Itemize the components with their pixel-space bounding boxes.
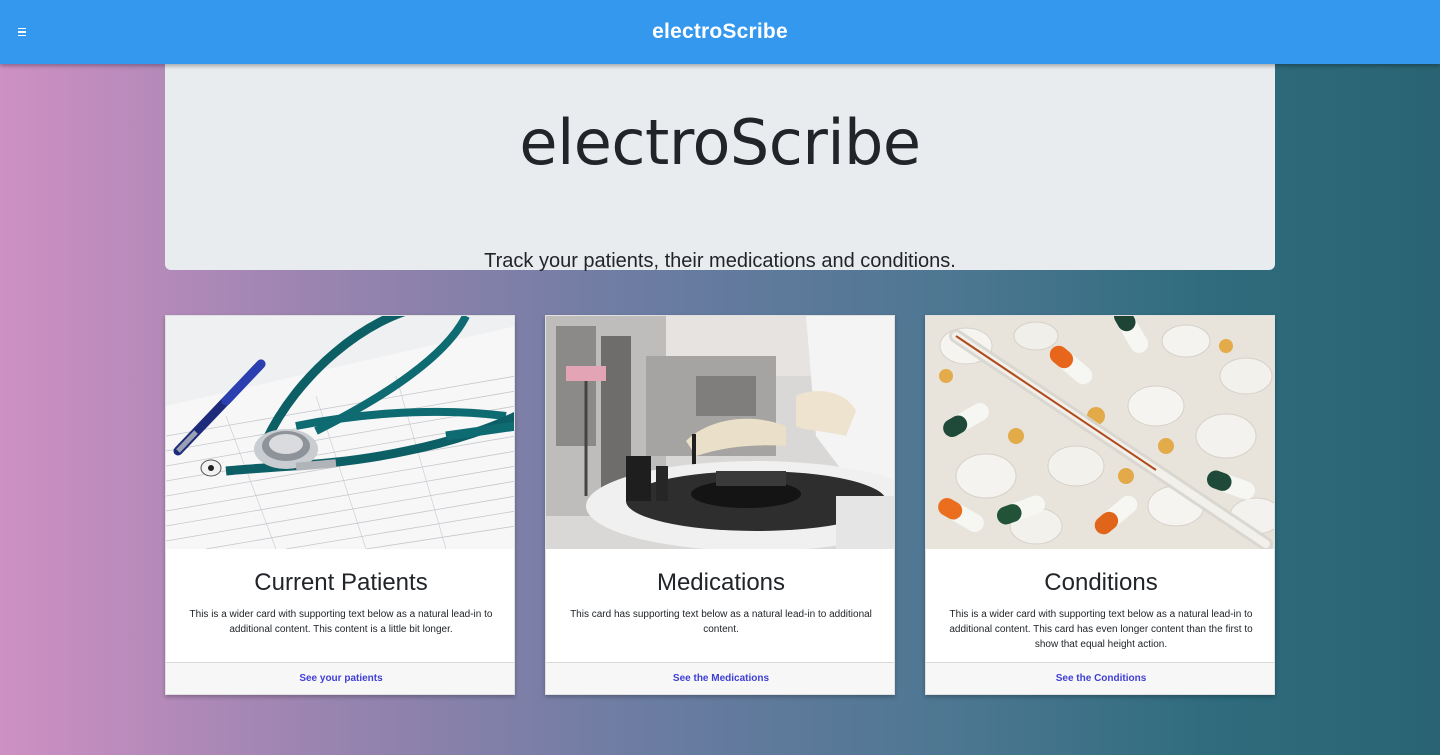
see-medications-link[interactable]: See the Medications (673, 673, 769, 684)
laboratory-photo (546, 316, 894, 549)
pills-thermometer-photo (926, 316, 1274, 549)
card-text: This is a wider card with supporting tex… (949, 609, 1253, 650)
card-text: This is a wider card with supporting tex… (189, 609, 493, 635)
card-title: Current Patients (254, 569, 428, 596)
card-conditions: Conditions This is a wider card with sup… (925, 315, 1275, 695)
card-body: Medications This card has supporting tex… (546, 549, 894, 664)
card-body: Conditions This is a wider card with sup… (926, 549, 1274, 664)
card-footer: See the Medications (546, 662, 894, 694)
navbar-brand[interactable]: electroScribe (0, 0, 1440, 64)
see-conditions-link[interactable]: See the Conditions (1056, 673, 1147, 684)
card-body: Current Patients This is a wider card wi… (166, 549, 514, 664)
hero-jumbotron: electroScribe Track your patients, their… (165, 64, 1275, 272)
card-current-patients: Current Patients This is a wider card wi… (165, 315, 515, 695)
card-text: This card has supporting text below as a… (570, 609, 872, 635)
card-title: Conditions (1044, 569, 1158, 596)
card-footer: See the Conditions (926, 662, 1274, 694)
top-navbar: electroScribe (0, 0, 1440, 64)
see-patients-link[interactable]: See your patients (299, 673, 382, 684)
hero-subtitle: Track your patients, their medications a… (484, 250, 956, 272)
hero-title: electroScribe (519, 106, 921, 179)
card-medications: Medications This card has supporting tex… (545, 315, 895, 695)
stethoscope-photo (166, 316, 514, 549)
card-title: Medications (656, 569, 786, 596)
card-footer: See your patients (166, 662, 514, 694)
